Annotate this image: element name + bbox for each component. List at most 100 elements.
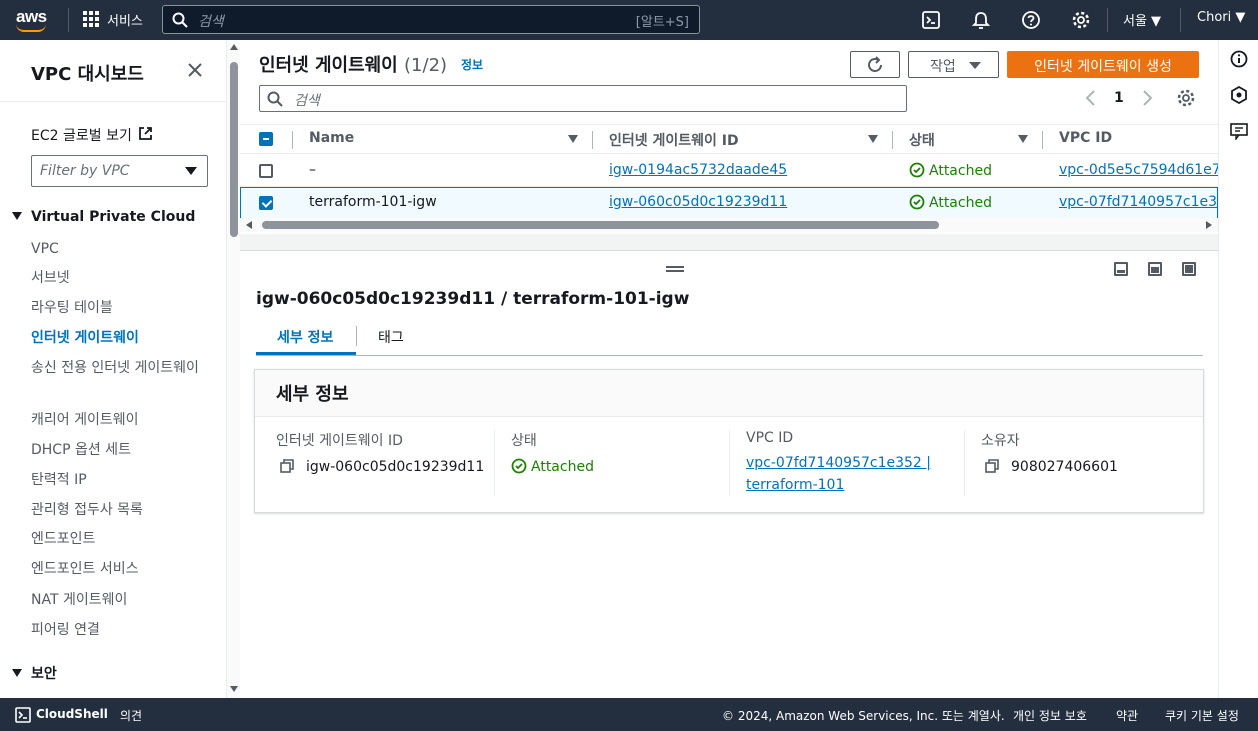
vpc-id-line-1[interactable]: vpc-07fd7140957c1e352 | [746,455,931,471]
sidebar-item-egress-only-igw[interactable]: 송신 전용 인터넷 게이트웨이 [31,357,201,379]
page-number[interactable]: 1 [1114,90,1124,106]
state-text: Attached [929,163,992,179]
sidebar-item-endpoints[interactable]: 엔드포인트 [31,528,201,550]
select-all-checkbox[interactable] [259,132,273,146]
settings-gear-icon[interactable] [1071,10,1091,30]
actions-button-label: 작업 [930,59,956,75]
copy-icon[interactable] [985,459,999,473]
igw-id-value: igw-060c05d0c19239d11 [306,459,485,475]
sidebar-section-vpc[interactable]: Virtual Private Cloud [12,209,195,225]
cell-igw-id-link[interactable]: igw-0194ac5732daade45 [609,162,787,178]
column-header-igw-id[interactable]: 인터넷 게이트웨이 ID [609,130,739,150]
sidebar-item-nat-gateways[interactable]: NAT 게이트웨이 [31,589,201,611]
field-label: VPC ID [746,430,794,446]
sidebar-item-subnets[interactable]: 서브넷 [31,267,201,289]
sidebar-item-vpc[interactable]: VPC [31,238,201,260]
cloudshell-button[interactable]: CloudShell [36,707,108,721]
scrollbar-thumb[interactable] [230,62,238,237]
sidebar-item-peering-connections[interactable]: 피어링 연결 [31,619,201,641]
panel-bottom-medium-icon[interactable] [1148,262,1162,276]
scroll-right-arrow-icon[interactable] [1206,221,1212,229]
feedback-button[interactable]: 의견 [120,707,142,724]
tab-details[interactable]: 세부 정보 [277,327,333,347]
info-link[interactable]: 정보 [461,56,483,73]
sidebar-title[interactable]: VPC 대시보드 [31,60,144,86]
chevron-left-icon[interactable] [1084,89,1098,107]
notifications-bell-icon[interactable] [971,10,991,30]
column-header-state[interactable]: 상태 [909,130,935,150]
sidebar-section-security[interactable]: 보안 [12,663,57,683]
field-label: 상태 [511,433,537,449]
terms-link[interactable]: 약관 [1116,707,1138,724]
cell-vpc-id-link[interactable]: vpc-0d5e5c7594d61e75f [1059,162,1235,178]
table-search-input[interactable]: 검색 [259,85,907,112]
info-icon[interactable] [1230,50,1248,68]
column-header-vpc-id[interactable]: VPC ID [1059,130,1112,146]
cloudshell-icon[interactable] [921,10,941,30]
row-checkbox[interactable] [259,196,273,210]
field-state: 상태 Attached [511,430,741,496]
state-value: Attached [531,459,594,475]
scroll-up-arrow-icon[interactable] [230,44,238,50]
sidebar-item-route-tables[interactable]: 라우팅 테이블 [31,297,201,319]
sidebar-scrollbar[interactable] [226,40,240,698]
vpc-filter-select[interactable]: Filter by VPC [31,155,208,187]
actions-button[interactable]: 작업 [908,51,999,78]
sidebar-item-carrier-gateways[interactable]: 캐리어 게이트웨이 [31,409,201,431]
sort-caret-icon[interactable] [568,135,578,143]
sidebar-item-endpoint-services[interactable]: 엔드포인트 서비스 [31,558,201,580]
feedback-screen-icon[interactable] [1230,122,1248,140]
sidebar-item-managed-prefix-lists[interactable]: 관리형 접두사 목록 [31,499,201,521]
scroll-down-arrow-icon[interactable] [230,686,238,692]
split-panel-drag-handle-icon[interactable] [666,266,684,272]
table-preferences-gear-icon[interactable] [1176,88,1196,108]
account-menu[interactable]: Chori ▼ [1197,10,1245,25]
field-value: 908027406601 [981,456,1211,478]
vpc-id-link[interactable]: vpc-07fd7140957c1e352 | terraform-101 [746,452,976,496]
chevron-right-icon[interactable] [1140,89,1154,107]
cookie-preferences-link[interactable]: 쿠키 기본 설정 [1165,707,1239,724]
panel-bottom-small-icon[interactable] [1114,262,1128,276]
services-grid-icon[interactable] [83,11,99,27]
sidebar-ec2-global-view[interactable]: EC2 글로벌 보기 [31,125,132,145]
active-tab-indicator [256,352,356,355]
sidebar-item-elastic-ips[interactable]: 탄력적 IP [31,469,201,491]
cell-vpc-id-link[interactable]: vpc-07fd7140957c1e352 [1059,194,1235,210]
detail-tabs: 세부 정보 태그 [256,318,1203,356]
owner-value: 908027406601 [1011,459,1118,475]
global-search-input[interactable]: 검색 [알트+S] [162,5,700,34]
services-menu[interactable]: 서비스 [107,10,143,29]
tutorial-panel-icon[interactable] [1230,86,1248,104]
table-row[interactable]: – igw-0194ac5732daade45 Attached vpc-0d5… [240,155,1235,187]
field-label: 인터넷 게이트웨이 ID [276,433,403,449]
search-icon [267,91,283,107]
cell-igw-id-link[interactable]: igw-060c05d0c19239d11 [609,194,787,210]
help-icon[interactable] [1021,10,1041,30]
table-horizontal-scrollbar[interactable] [240,218,1218,232]
scrollbar-thumb[interactable] [262,221,939,229]
privacy-link[interactable]: 개인 정보 보호 [1013,707,1087,724]
copy-icon[interactable] [280,459,294,473]
refresh-button[interactable] [850,51,900,78]
column-header-name[interactable]: Name [309,130,354,146]
copyright-text: © 2024, Amazon Web Services, Inc. 또는 계열사… [722,709,1005,723]
row-checkbox[interactable] [259,164,273,178]
column-divider [292,131,293,149]
table-row-selected[interactable]: terraform-101-igw igw-060c05d0c19239d11 … [240,187,1235,219]
region-selector[interactable]: 서울 ▼ [1123,10,1161,29]
vpc-id-line-2[interactable]: terraform-101 [746,477,844,493]
caret-down-icon [12,212,22,220]
sort-caret-icon[interactable] [1018,135,1028,143]
create-internet-gateway-button[interactable]: 인터넷 게이트웨이 생성 [1007,51,1199,78]
close-icon[interactable] [186,61,204,79]
search-icon [172,12,188,28]
panel-full-icon[interactable] [1182,262,1196,276]
tab-tags[interactable]: 태그 [378,327,404,347]
scroll-left-arrow-icon[interactable] [246,221,252,229]
cloudshell-icon[interactable] [15,707,31,723]
aws-logo[interactable]: aws [14,7,54,33]
sidebar-item-internet-gateways[interactable]: 인터넷 게이트웨이 [31,327,201,349]
split-panel-divider [240,234,1218,251]
sidebar-item-dhcp-option-sets[interactable]: DHCP 옵션 세트 [31,439,201,461]
sort-caret-icon[interactable] [868,135,878,143]
